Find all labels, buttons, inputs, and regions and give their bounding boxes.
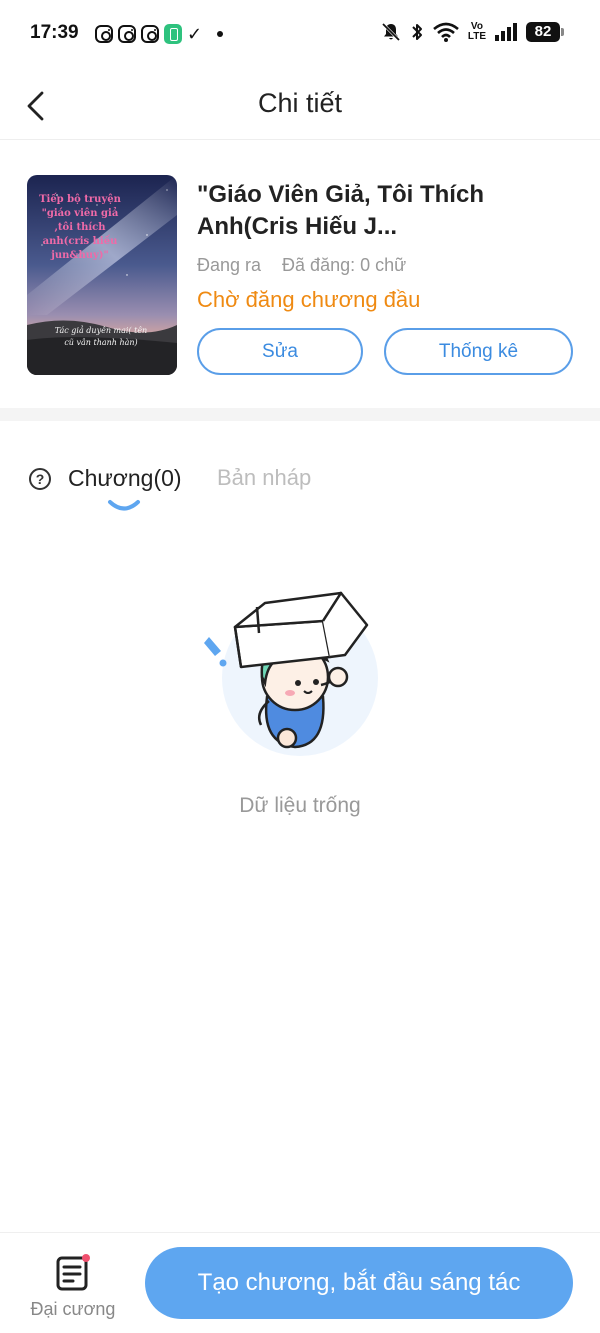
edit-button[interactable]: Sửa [197,328,363,375]
book-status: Đang ra [197,255,262,275]
book-card: Tiếp bộ truyện "giáo viên giả ,tôi thích… [0,141,600,407]
publish-status: Chờ đăng chương đầu [197,287,421,312]
help-icon[interactable]: ? [29,468,51,490]
volte-icon: Vo LTE [467,21,486,42]
section-divider [0,408,600,421]
instagram-icon [118,25,136,43]
instagram-icon [95,25,113,43]
status-time: 17:39 [30,22,79,43]
signal-icon [495,23,517,41]
instagram-icon [141,25,159,43]
cover-author: Tác giả duyên mai( tên cũ vân thanh hàn) [54,326,148,347]
app-header: Chi tiết [0,70,600,140]
page-title: Chi tiết [257,88,343,118]
book-word-count: Đã đăng: 0 chữ [282,255,407,275]
wifi-icon [433,22,459,42]
status-system-icons: Vo LTE 82 [381,21,564,42]
battery-icon: 82 [526,22,564,42]
outline-label: Đại cương [30,1299,116,1319]
stats-button[interactable]: Thống kê [384,328,573,375]
mute-bell-icon [381,22,400,42]
tab-drafts[interactable]: Bản nháp [217,465,311,491]
status-notification-icons: ✓ [95,24,224,44]
status-bar: 17:39 ✓ Vo LTE 82 [0,0,600,70]
cover-title: Tiếp bộ truyện "giáo viên giả ,tôi thích… [39,194,121,261]
bottom-bar: Đại cương Tạo chương, bắt đầu sáng tác [0,1232,600,1333]
check-icon: ✓ [187,24,203,44]
outline-button[interactable]: Đại cương [18,1247,128,1327]
tab-chapters[interactable]: Chương(0) [68,465,182,492]
book-title: "Giáo Viên Giả, Tôi Thích Anh(Cris Hiếu … [197,181,484,240]
create-chapter-button[interactable]: Tạo chương, bắt đầu sáng tác [145,1247,573,1319]
tab-active-indicator [108,500,140,511]
empty-state-text: Dữ liệu trống [239,794,361,817]
book-cover[interactable]: Tiếp bộ truyện "giáo viên giả ,tôi thích… [27,175,177,375]
green-app-icon [164,24,182,44]
bluetooth-icon [412,24,422,40]
document-icon [56,1254,90,1291]
book-meta: Đang ra Đã đăng: 0 chữ [197,255,406,276]
empty-state-illustration [204,591,378,756]
chapter-tabs: ? Chương(0) Bản nháp [0,421,600,521]
dot-icon [217,31,224,37]
